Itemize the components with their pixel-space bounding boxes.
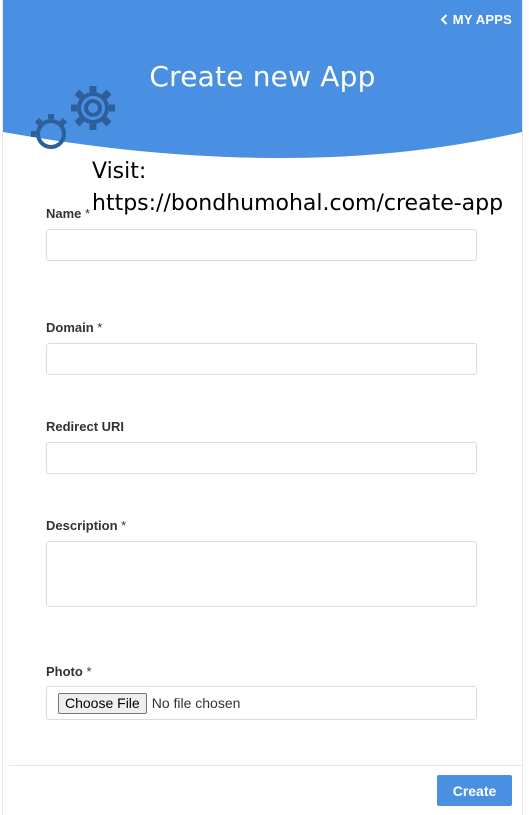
file-status-text: No file chosen (151, 695, 241, 711)
description-required-mark: * (121, 518, 127, 533)
create-button[interactable]: Create (437, 775, 512, 806)
domain-label-text: Domain (46, 320, 94, 335)
redirect-uri-input[interactable] (46, 442, 477, 474)
name-label-text: Name (46, 206, 82, 221)
redirect-uri-label-text: Redirect URI (46, 419, 125, 434)
footer-divider (9, 765, 522, 766)
photo-label: Photo * (46, 664, 92, 679)
domain-label: Domain * (46, 320, 102, 335)
photo-label-text: Photo (46, 664, 83, 679)
domain-required-mark: * (97, 320, 103, 335)
visit-url: https://bondhumohal.com/create-app (92, 191, 504, 216)
chevron-left-icon (440, 14, 448, 25)
name-input[interactable] (46, 229, 477, 261)
domain-input[interactable] (46, 343, 477, 375)
name-required-mark: * (85, 206, 91, 221)
visit-label: Visit: (92, 159, 147, 184)
header-banner: MY APPS Create new App (3, 0, 522, 160)
redirect-uri-label: Redirect URI (46, 419, 124, 434)
description-label-text: Description (46, 518, 118, 533)
description-label: Description * (46, 518, 126, 533)
my-apps-link[interactable]: MY APPS (440, 12, 512, 27)
name-label: Name * (46, 206, 90, 221)
gears-icon (31, 86, 115, 149)
create-app-card: MY APPS Create new App Visit: https://bo… (2, 0, 523, 815)
photo-file-input[interactable]: Choose File No file chosen (46, 686, 477, 720)
my-apps-label: MY APPS (452, 12, 512, 27)
visit-overlay-text: Visit: https://bondhumohal.com/create-ap… (92, 156, 503, 220)
description-textarea[interactable] (46, 541, 477, 607)
photo-required-mark: * (86, 664, 92, 679)
choose-file-button[interactable]: Choose File (58, 692, 147, 714)
